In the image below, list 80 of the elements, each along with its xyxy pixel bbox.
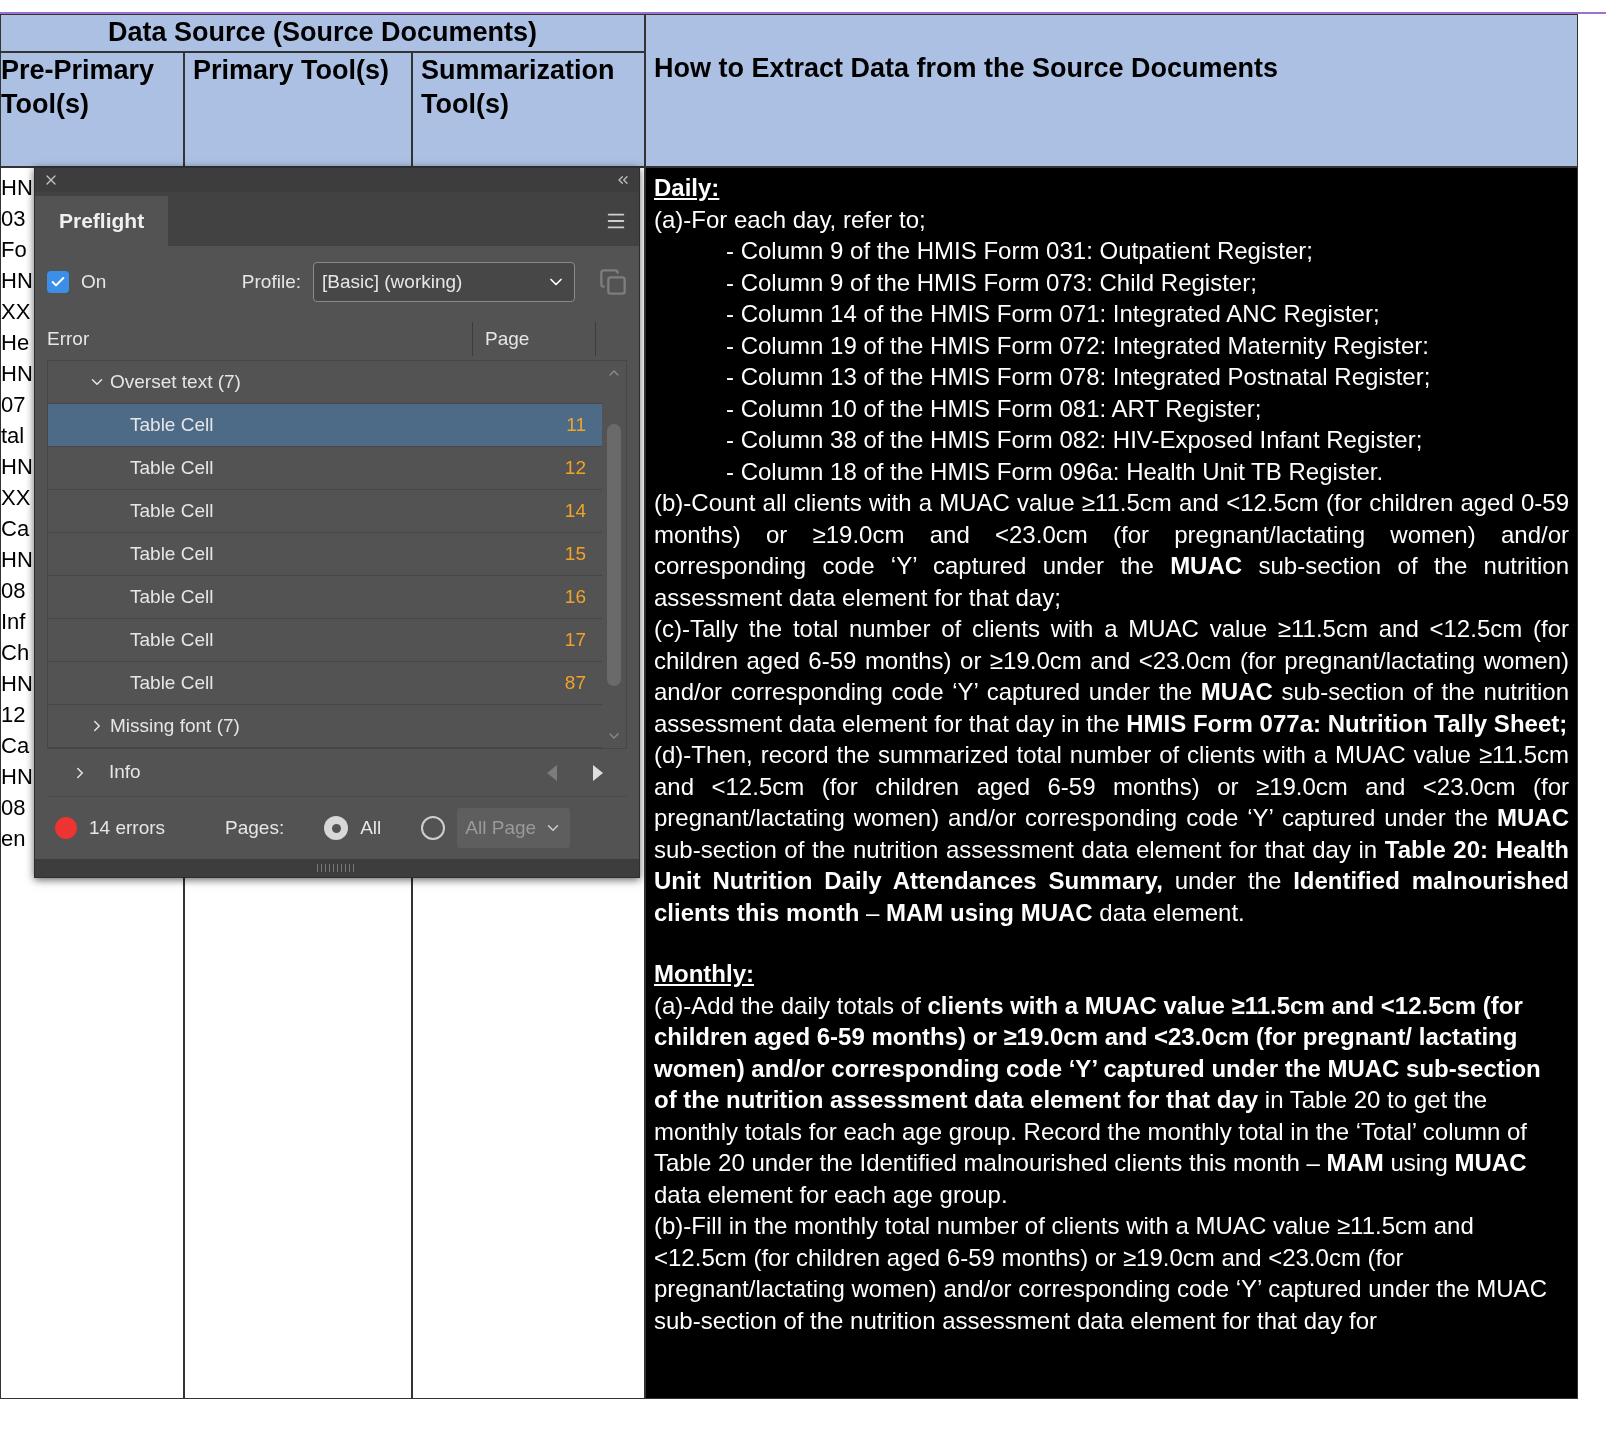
cell-text-fragment: He [1, 329, 30, 357]
instruction-text: - Column 13 of the HMIS Form 078: Integrated Postnatal Register; [725, 362, 1432, 392]
section-heading: Monthly: [654, 959, 754, 989]
cell-text-fragment: 07 [1, 391, 26, 419]
checkbox-label: On [81, 269, 107, 294]
error-label: Table Cell [130, 541, 214, 566]
cell-text-fragment: Fo [1, 236, 27, 264]
instruction-text: - Column 18 of the HMIS Form 096a: Health Unit TB Register. [725, 456, 1385, 487]
instruction-text: - Column 14 of the HMIS Form 071: Integrated ANC Register; [725, 299, 1381, 329]
column-header: Page [472, 322, 596, 356]
error-count: 14 errors [89, 815, 166, 840]
error-row[interactable]: Table Cell 16 [48, 576, 602, 619]
error-label: Table Cell [130, 412, 214, 437]
error-row[interactable]: Table Cell 12 [48, 447, 602, 490]
error-label: Table Cell [130, 498, 214, 523]
cell-text-fragment: Ca [1, 732, 30, 760]
error-row[interactable]: Table Cell 17 [48, 619, 602, 662]
profile-label: Profile: [241, 269, 301, 294]
info-toggle[interactable]: Info [71, 758, 141, 787]
cell-text-fragment: XX [1, 484, 31, 512]
radio-button[interactable] [324, 816, 349, 840]
cell-text-fragment: HN [1, 267, 33, 295]
cell-text-fragment: XX [1, 298, 31, 326]
error-row[interactable]: Table Cell 15 [48, 533, 602, 576]
page-number: 16 [564, 584, 586, 609]
radio-label: All [360, 815, 382, 840]
page-number: 11 [566, 412, 586, 437]
instruction-text: - Column 19 of the HMIS Form 072: Integrated Maternity Register: [725, 330, 1430, 361]
error-label: Table Cell [130, 670, 214, 695]
error-status-icon [55, 817, 77, 839]
page-number: 87 [564, 670, 586, 695]
cell-text-fragment: HN [1, 453, 33, 481]
error-label: Table Cell [130, 627, 214, 652]
instruction-text: - Column 9 of the HMIS Form 031: Outpatient Register; [725, 236, 1314, 266]
next-icon[interactable] [591, 764, 603, 781]
header-cell: How to Extract Data from the Source Documents [645, 14, 1578, 167]
cell-text-fragment: HN [1, 763, 33, 791]
cell-text-fragment: tal [1, 422, 25, 450]
instruction-text: - Column 10 of the HMIS Form 081: ART Register; [725, 393, 1263, 424]
instruction-text: (a)-For each day, refer to; [654, 204, 927, 235]
cell-text-fragment: 08 [1, 794, 26, 822]
error-row[interactable]: Table Cell 14 [48, 490, 602, 533]
section-heading: Daily: [654, 173, 720, 203]
instruction-text: (b)-Count all clients with a MUAC value ≥11.5cm and <12.5cm (for children aged 0-59 months) or ≥19.0cm and <23.0cm (for pregnant/lactating women) and/or corresponding code ‘Y’ captured under the MUAC sub-section of the nutrition assessment data element for that day; [654, 488, 1569, 613]
cell-text-fragment: HN [1, 546, 33, 574]
header-cell: Summarization Tool(s) [412, 52, 645, 167]
instruction-text: (c)-Tally the total number of clients with a MUAC value ≥11.5cm and <12.5cm (for children aged 6-59 months) or ≥19.0cm and <23.0cm (for pregnant/lactating women) and/or corresponding code ‘Y’ captured under the MUAC sub-section of the nutrition assessment data element for that day in the HMIS Form 077a: Nutrition Tally Sheet; [654, 614, 1569, 739]
instruction-text: - Column 9 of the HMIS Form 073: Child Register; [725, 267, 1258, 298]
profile-dropdown[interactable]: [Basic] (working) [313, 262, 575, 302]
header-cell: Pre-Primary Tool(s) [0, 52, 184, 167]
on-checkbox[interactable] [47, 271, 69, 293]
cell-text-fragment: 03 [1, 205, 26, 233]
tree-group-row[interactable]: Missing font (7) [48, 705, 602, 748]
page-number: 17 [564, 627, 586, 652]
error-label: Table Cell [130, 584, 214, 609]
error-row[interactable]: Table Cell 11 [48, 404, 602, 447]
instruction-text: (a)-Add the daily totals of clients with a MUAC value ≥11.5cm and <12.5cm (for children aged 6-59 months) or ≥19.0cm and <23.0cm (for pregnant/ lactating women) and/or corresponding code ‘Y’ captured under the MUAC sub-section of the nutrition assessment data element for that day in Table 20 to get the monthly totals for each age group. Record the monthly total in the ‘Total’ column of Table 20 under the Identified malnourished clients this month – MAM using MUAC data element for each age group. [654, 990, 1542, 1210]
cell-text-fragment: Ca [1, 515, 30, 543]
cell-text-fragment: en [1, 825, 26, 853]
instruction-text: - Column 38 of the HMIS Form 082: HIV-Exposed Infant Register; [725, 425, 1424, 455]
cell-text-fragment: Inf [1, 608, 26, 636]
header-cell: Data Source (Source Documents) [0, 14, 645, 52]
header-cell: Primary Tool(s) [184, 52, 412, 167]
column-header: Error [47, 326, 91, 351]
instruction-text: (b)-Fill in the monthly total number of clients with a MUAC value ≥11.5cm and <12.5cm (for children aged 6-59 months) or ≥19.0cm and <23.0cm (for pregnant/lactating women) and/or corresponding code ‘Y’ captured under the MUAC sub-section of the nutrition assessment data element for that day for [654, 1211, 1548, 1336]
pages-label: Pages: [225, 815, 285, 840]
cell-text-fragment: HN [1, 360, 33, 388]
cell-text-fragment: HN [1, 174, 33, 202]
page-number: 15 [564, 541, 586, 566]
cell-text-fragment: HN [1, 670, 33, 698]
error-label: Table Cell [130, 455, 214, 480]
radio-button[interactable] [421, 816, 446, 840]
error-row[interactable]: Table Cell 87 [48, 662, 602, 705]
panel-tab[interactable]: Preflight [35, 196, 169, 246]
cell-text-fragment: 08 [1, 577, 26, 605]
instruction-text: (d)-Then, record the summarized total number of clients with a MUAC value ≥11.5cm and <12.5cm (for children aged 6-59 months) or ≥19.0cm and <23.0cm (for pregnant/lactating women) and/or corresponding code ‘Y’ captured under the MUAC sub-section of the nutrition assessment data element for that day in Table 20: Health Unit Nutrition Daily Attendances Summary, under the Identified malnourished clients this month – MAM using MUAC data element. [654, 740, 1569, 928]
page-number: 14 [564, 498, 586, 523]
cell-text-fragment: 12 [1, 701, 26, 729]
page-number: 12 [564, 455, 586, 480]
cell-text-fragment: Ch [1, 639, 30, 667]
